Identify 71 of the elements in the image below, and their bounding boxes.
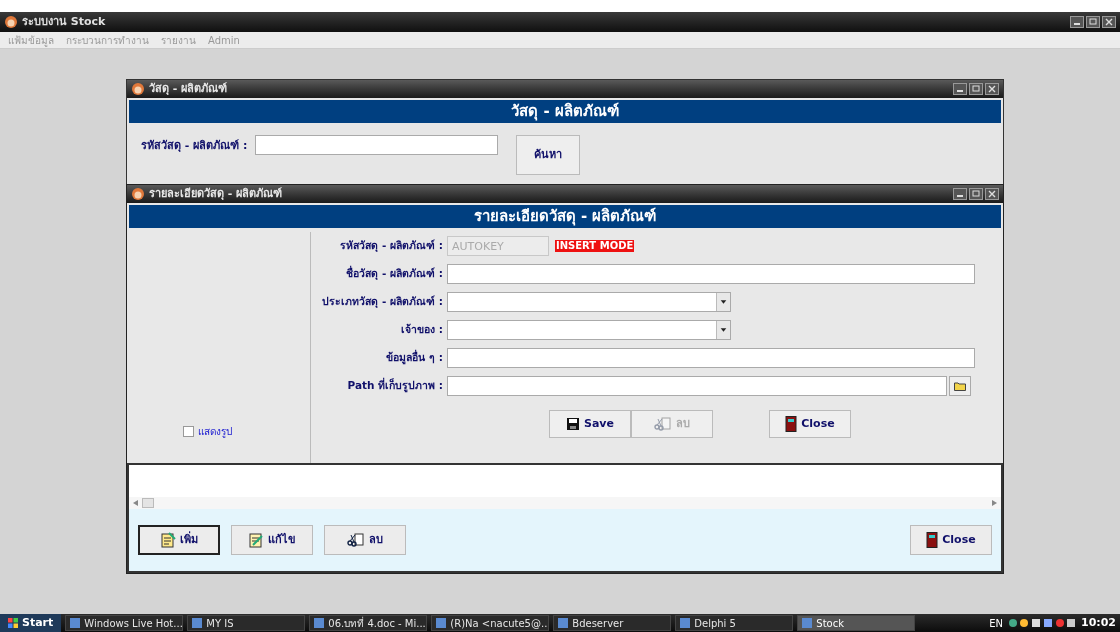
- app-icon: [4, 15, 18, 29]
- save-button[interactable]: Save: [549, 410, 631, 438]
- minimize-icon[interactable]: [953, 83, 967, 95]
- tray-icons[interactable]: [1007, 617, 1077, 629]
- field-label: ข้อมูลอื่น ๆ :: [385, 350, 444, 366]
- door-icon: [785, 416, 798, 432]
- scroll-left-icon[interactable]: [133, 500, 138, 506]
- search-button[interactable]: ค้นหา: [516, 135, 581, 175]
- input-field[interactable]: [447, 376, 947, 396]
- dropdown-field[interactable]: [447, 292, 731, 312]
- taskbar-button[interactable]: Stock: [797, 615, 916, 631]
- header-title: รายละเอียดวัสดุ - ผลิตภัณฑ์: [473, 206, 657, 228]
- scissors-document-icon: [347, 533, 365, 547]
- app-icon: [131, 187, 145, 201]
- start-button[interactable]: Start: [0, 614, 62, 632]
- maximize-icon[interactable]: [1086, 16, 1100, 28]
- horizontal-scrollbar[interactable]: [129, 497, 1001, 509]
- folder-icon: [954, 381, 966, 391]
- taskbar-button[interactable]: (R)Na <nacute5@...: [431, 615, 550, 631]
- scroll-thumb[interactable]: [142, 498, 154, 508]
- window-icon: [436, 618, 447, 628]
- checkbox[interactable]: [183, 426, 194, 437]
- field-label: ชื่อวัสดุ - ผลิตภัณฑ์ :: [345, 266, 444, 282]
- taskbar-button[interactable]: 06.บทที่ 4.doc - Mi...: [309, 615, 428, 631]
- close-icon[interactable]: [985, 83, 999, 95]
- language-indicator[interactable]: EN: [989, 615, 1003, 631]
- scroll-right-icon[interactable]: [992, 500, 997, 506]
- maximize-icon[interactable]: [969, 83, 983, 95]
- scissors-document-icon: [654, 417, 672, 431]
- edit-button[interactable]: แก้ไข: [231, 525, 313, 555]
- close-button[interactable]: Close: [769, 410, 851, 438]
- dropdown-field[interactable]: [447, 320, 731, 340]
- close-icon[interactable]: [1102, 16, 1116, 28]
- clock: 10:02: [1081, 614, 1116, 631]
- taskbar-button[interactable]: MY IS: [187, 615, 306, 631]
- windows-logo-icon: [8, 618, 18, 628]
- input-field[interactable]: [447, 348, 975, 368]
- window-icon: [70, 618, 81, 628]
- input-field[interactable]: [447, 264, 975, 284]
- edit-document-icon: [248, 532, 264, 548]
- browse-button[interactable]: [949, 376, 971, 396]
- checkbox-label: แสดงรูป: [198, 425, 232, 439]
- maximize-icon[interactable]: [969, 188, 983, 200]
- window-icon: [558, 618, 569, 628]
- mode-badge: INSERT MODE: [555, 240, 635, 252]
- window-icon: [680, 618, 691, 628]
- notepad-icon: [160, 532, 176, 548]
- app-icon: [131, 82, 145, 96]
- header-title: วัสดุ - ผลิตภัณฑ์: [511, 101, 619, 123]
- window-icon: [802, 618, 813, 628]
- app-title: ระบบงาน Stock: [22, 13, 106, 30]
- minimize-icon[interactable]: [953, 188, 967, 200]
- taskbar-button[interactable]: Bdeserver: [553, 615, 672, 631]
- field-label: เจ้าของ :: [400, 322, 444, 338]
- window-icon: [192, 618, 203, 628]
- door-icon: [926, 532, 939, 548]
- taskbar-button[interactable]: Windows Live Hot...: [65, 615, 184, 631]
- add-button[interactable]: เพิ่ม: [138, 525, 220, 555]
- close-button[interactable]: Close: [910, 525, 992, 555]
- close-icon[interactable]: [985, 188, 999, 200]
- field-label: รหัสวัสดุ - ผลิตภัณฑ์ :: [141, 138, 248, 154]
- delete-button[interactable]: ลบ: [324, 525, 406, 555]
- field-label: Path ที่เก็บรูปภาพ :: [346, 378, 444, 394]
- window-icon: [314, 618, 325, 628]
- window-title: รายละเอียดวัสดุ - ผลิตภัณฑ์: [149, 185, 283, 202]
- field-label: รหัสวัสดุ - ผลิตภัณฑ์ :: [339, 238, 444, 254]
- field-label: ประเภทวัสดุ - ผลิตภัณฑ์ :: [321, 294, 444, 310]
- minimize-icon[interactable]: [1070, 16, 1084, 28]
- window-title: วัสดุ - ผลิตภัณฑ์: [149, 80, 228, 97]
- taskbar-button[interactable]: Delphi 5: [675, 615, 794, 631]
- input-field[interactable]: [255, 135, 499, 155]
